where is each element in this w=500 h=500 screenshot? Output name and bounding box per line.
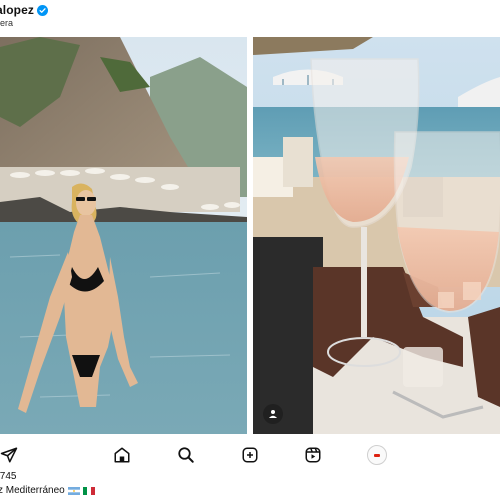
verified-badge-icon	[36, 4, 48, 16]
create-icon	[242, 447, 258, 463]
post-location[interactable]: liera	[0, 18, 13, 28]
bottom-action-bar	[0, 444, 500, 468]
reels-button[interactable]	[302, 444, 324, 466]
person-icon	[269, 410, 277, 418]
search-button[interactable]	[175, 444, 197, 466]
post-header: alopez liera	[0, 0, 500, 36]
username[interactable]: alopez	[0, 3, 34, 17]
flag-it-icon	[82, 486, 95, 495]
home-icon	[114, 447, 130, 463]
photo-beach[interactable]	[0, 37, 247, 434]
profile-button[interactable]	[366, 444, 388, 466]
wine-image	[253, 37, 500, 434]
photo-carousel[interactable]	[0, 37, 500, 434]
search-icon	[178, 447, 194, 463]
share-button[interactable]	[0, 444, 20, 466]
flag-ar-icon	[67, 486, 80, 495]
post-caption: z Mediterráneo	[0, 485, 95, 496]
caption-text: z Mediterráneo	[0, 485, 65, 496]
send-icon	[0, 447, 18, 463]
reels-icon	[305, 447, 321, 463]
create-button[interactable]	[239, 444, 261, 466]
tagged-people-badge[interactable]	[263, 404, 283, 424]
photo-wine[interactable]	[253, 37, 500, 434]
profile-avatar-icon	[367, 445, 387, 465]
post-username-row[interactable]: alopez	[0, 3, 48, 17]
beach-image	[0, 37, 247, 434]
like-count[interactable]: .745	[0, 471, 16, 482]
home-button[interactable]	[111, 444, 133, 466]
